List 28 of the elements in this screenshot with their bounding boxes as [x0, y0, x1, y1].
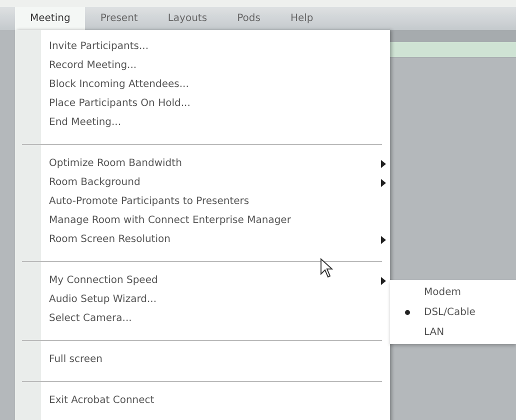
submenu-arrow-icon: [381, 178, 386, 186]
submenu-arrow-icon: [381, 236, 386, 244]
submenu-item[interactable]: Modem: [390, 282, 516, 302]
menu-item[interactable]: Manage Room with Connect Enterprise Manager: [15, 211, 390, 230]
submenu-arrow-icon: [381, 276, 386, 284]
cursor-icon: [320, 258, 333, 278]
menu-item[interactable]: Room Screen Resolution: [15, 230, 390, 249]
menu-bar-item[interactable]: Meeting: [15, 7, 86, 30]
submenu-item[interactable]: LAN: [390, 322, 516, 342]
menu-bar-item[interactable]: Pods: [222, 7, 276, 30]
menu-item[interactable]: Full screen: [15, 350, 390, 369]
menu-item[interactable]: End Meeting...: [15, 113, 390, 132]
menu-item[interactable]: Block Incoming Attendees...: [15, 75, 390, 94]
menu-item[interactable]: Optimize Room Bandwidth: [15, 154, 390, 173]
menu-item[interactable]: Invite Participants...: [15, 37, 390, 56]
menu-item[interactable]: My Connection Speed: [15, 271, 390, 290]
submenu-item[interactable]: DSL/Cable: [390, 302, 516, 322]
menu-item[interactable]: Room Background: [15, 173, 390, 192]
menu-bar-item[interactable]: Layouts: [152, 7, 222, 30]
menu-item[interactable]: Auto-Promote Participants to Presenters: [15, 192, 390, 211]
menu-item[interactable]: Record Meeting...: [15, 56, 390, 75]
menu-item[interactable]: Audio Setup Wizard...: [15, 290, 390, 309]
menu-item[interactable]: Exit Acrobat Connect: [15, 391, 390, 410]
submenu-arrow-icon: [381, 160, 386, 168]
menu-bar-item[interactable]: Present: [85, 7, 153, 30]
menu-item[interactable]: Place Participants On Hold...: [15, 94, 390, 113]
menu-bar-item[interactable]: Help: [275, 7, 328, 30]
menu-item[interactable]: Select Camera...: [15, 309, 390, 328]
